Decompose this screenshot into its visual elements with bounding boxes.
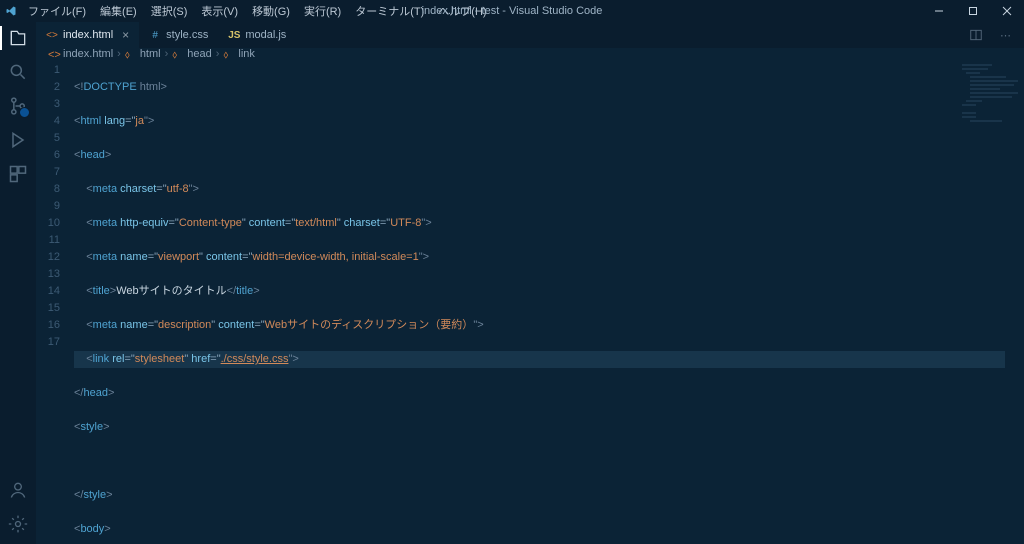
tab-label: style.css <box>166 29 208 41</box>
activity-bar <box>0 22 36 544</box>
menu-file[interactable]: ファイル(F) <box>22 1 92 21</box>
js-file-icon: JS <box>228 29 240 41</box>
menu-select[interactable]: 選択(S) <box>145 1 194 21</box>
window-controls <box>922 0 1024 22</box>
tab-modal-js[interactable]: JS modal.js <box>218 22 296 48</box>
source-control-icon[interactable] <box>8 96 28 116</box>
explorer-icon[interactable] <box>8 28 28 48</box>
split-editor-icon[interactable] <box>966 25 986 45</box>
chevron-right-icon: › <box>165 48 169 60</box>
more-actions-icon[interactable]: ⋯ <box>996 25 1016 45</box>
menu-help[interactable]: ヘルプ(H) <box>432 1 492 21</box>
breadcrumb-item[interactable]: html <box>140 48 161 60</box>
code-editor[interactable]: 1234567891011121314151617 <!DOCTYPE html… <box>36 60 1024 544</box>
menu-edit[interactable]: 編集(E) <box>94 1 143 21</box>
editor-area: <> index.html × # style.css JS modal.js … <box>36 22 1024 544</box>
close-icon[interactable]: × <box>122 28 129 42</box>
html-file-icon: <> <box>46 29 58 41</box>
chevron-right-icon: › <box>216 48 220 60</box>
tab-label: modal.js <box>245 29 286 41</box>
close-button[interactable] <box>990 0 1024 22</box>
vscode-logo-icon <box>0 5 22 17</box>
run-debug-icon[interactable] <box>8 130 28 150</box>
html-file-icon: <> <box>48 49 59 60</box>
minimap[interactable] <box>962 64 1018 124</box>
menu-go[interactable]: 移動(G) <box>246 1 296 21</box>
tag-icon: ⬨ <box>223 49 234 60</box>
menu-terminal[interactable]: ターミナル(T) <box>349 1 430 21</box>
settings-gear-icon[interactable] <box>8 514 28 534</box>
breadcrumb-item[interactable]: index.html <box>63 48 113 60</box>
minimize-button[interactable] <box>922 0 956 22</box>
menu-view[interactable]: 表示(V) <box>195 1 244 21</box>
chevron-right-icon: › <box>117 48 121 60</box>
titlebar: ファイル(F) 編集(E) 選択(S) 表示(V) 移動(G) 実行(R) ター… <box>0 0 1024 22</box>
breadcrumb[interactable]: <> index.html › ⬨ html › ⬨ head › ⬨ link <box>36 48 1024 60</box>
editor-actions: ⋯ <box>958 22 1024 48</box>
css-file-icon: # <box>149 29 161 41</box>
main-menu: ファイル(F) 編集(E) 選択(S) 表示(V) 移動(G) 実行(R) ター… <box>22 1 493 21</box>
tab-label: index.html <box>63 29 113 41</box>
tab-index-html[interactable]: <> index.html × <box>36 22 139 48</box>
search-icon[interactable] <box>8 62 28 82</box>
extensions-icon[interactable] <box>8 164 28 184</box>
tag-icon: ⬨ <box>172 49 183 60</box>
tab-style-css[interactable]: # style.css <box>139 22 218 48</box>
menu-run[interactable]: 実行(R) <box>298 1 347 21</box>
maximize-button[interactable] <box>956 0 990 22</box>
breadcrumb-item[interactable]: link <box>238 48 255 60</box>
code-lines[interactable]: <!DOCTYPE html> <html lang="ja"> <head> … <box>68 60 1024 544</box>
editor-tabs: <> index.html × # style.css JS modal.js … <box>36 22 1024 48</box>
breadcrumb-item[interactable]: head <box>187 48 211 60</box>
tag-icon: ⬨ <box>125 49 136 60</box>
line-numbers: 1234567891011121314151617 <box>36 60 68 544</box>
accounts-icon[interactable] <box>8 480 28 500</box>
